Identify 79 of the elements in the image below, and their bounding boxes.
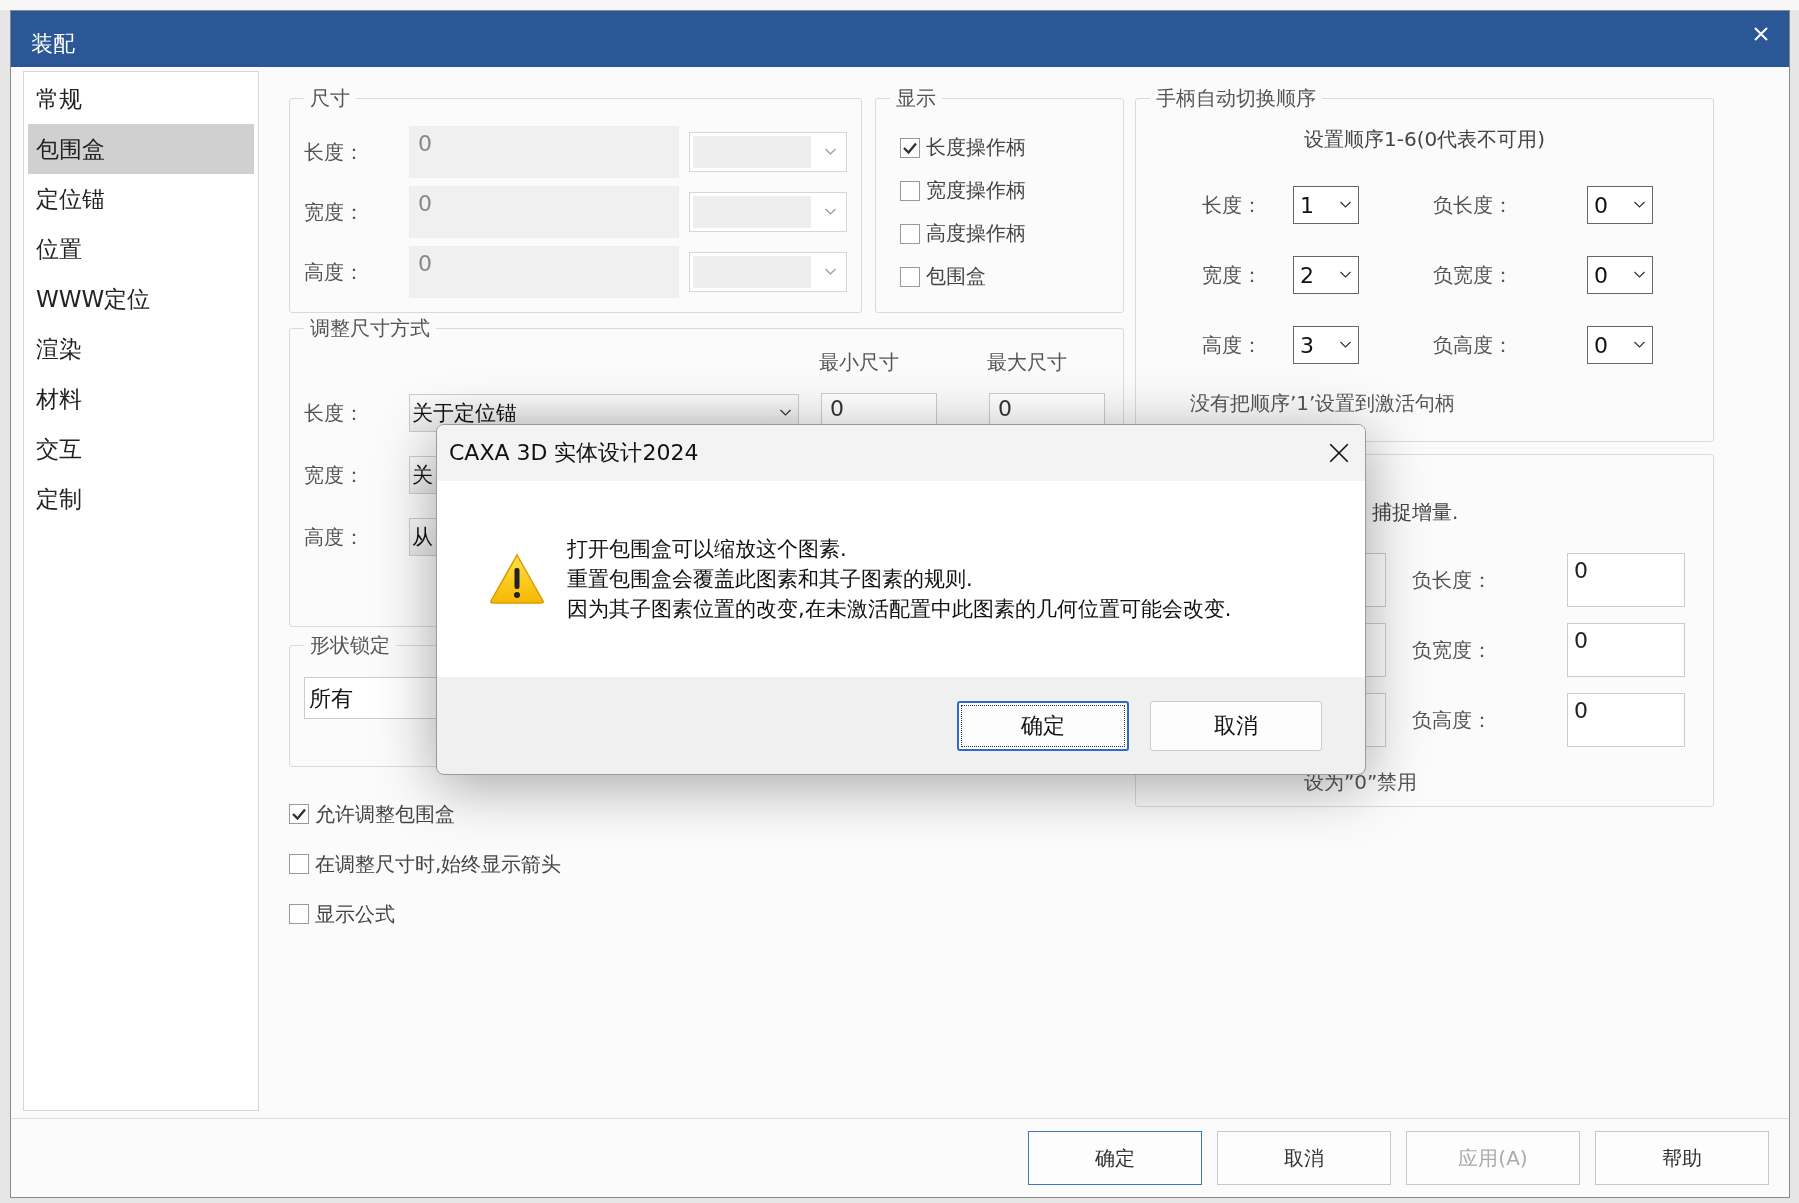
message-text: 因为其子图素位置的改变,在未激活配置中此图素的几何位置可能会改变. [567, 596, 1232, 623]
note-text: 没有把顺序’1’设置到激活句柄 [1189, 390, 1457, 417]
caption-text: 捕捉增量. [1371, 499, 1460, 526]
chevron-icon [1339, 341, 1352, 349]
sidebar-item[interactable]: 包围盒 [28, 124, 254, 174]
column-header: 最小尺寸 [819, 348, 900, 376]
dialog-button[interactable]: 取消 [1217, 1131, 1391, 1185]
sidebar-item[interactable]: 常规 [28, 74, 254, 124]
dropdown[interactable]: 2 [1293, 256, 1359, 294]
close-icon[interactable] [1329, 443, 1349, 463]
dialog-button[interactable]: 确定 [1028, 1131, 1202, 1185]
field-label: 负长度： [1433, 191, 1514, 219]
dialog-button[interactable]: 帮助 [1595, 1131, 1769, 1185]
checkbox[interactable] [900, 223, 920, 244]
field-label: 负高度： [1433, 331, 1514, 359]
checkbox-label: 显示公式 [315, 900, 395, 928]
sidebar-item[interactable]: 位置 [28, 224, 254, 274]
field-label: 负宽度： [1412, 636, 1493, 664]
field-label: 宽度： [1202, 261, 1263, 289]
field-label: 宽度： [304, 198, 365, 226]
field-label: 高度： [304, 523, 365, 551]
message-text: 打开包围盒可以缩放这个图素. [567, 536, 848, 563]
dialog-button[interactable]: 确定 [957, 700, 1129, 751]
field-label: 长度： [304, 138, 365, 166]
chevron-icon [824, 148, 837, 156]
checkbox[interactable] [900, 266, 920, 287]
chevron-icon [1633, 271, 1646, 279]
checkbox-label: 在调整尺寸时,始终显示箭头 [315, 850, 562, 878]
sidebar-item[interactable]: WWW定位 [28, 274, 254, 324]
sidebar-item[interactable]: 材料 [28, 374, 254, 424]
dropdown[interactable]: 0 [1587, 186, 1653, 224]
chevron-icon [1339, 271, 1352, 279]
group-title: 显示 [895, 85, 937, 112]
checkbox-label: 长度操作柄 [926, 134, 1026, 161]
field-label: 负高度： [1412, 706, 1493, 734]
warning-icon [489, 553, 545, 605]
chevron-icon [1633, 341, 1646, 349]
checkbox[interactable] [900, 137, 920, 158]
checkbox[interactable] [900, 180, 920, 201]
group-title: 手柄自动切换顺序 [1155, 85, 1317, 112]
field-label: 宽度： [304, 461, 365, 489]
field-label: 负长度： [1412, 566, 1493, 594]
input-field[interactable]: 0 [1567, 623, 1685, 677]
dropdown[interactable]: 0 [1587, 326, 1653, 364]
sidebar-item[interactable]: 定位锚 [28, 174, 254, 224]
checkbox-label: 允许调整包围盒 [315, 800, 455, 828]
checkbox[interactable] [289, 854, 309, 874]
chevron-icon [1633, 201, 1646, 209]
column-header: 最大尺寸 [987, 348, 1067, 376]
dialog-button[interactable]: 取消 [1150, 700, 1322, 751]
sidebar-item[interactable]: 渲染 [28, 324, 254, 374]
window-title: 装配 [31, 30, 75, 58]
chevron-icon [1339, 201, 1352, 209]
field-label: 高度： [1202, 331, 1263, 359]
field-label: 长度： [1202, 191, 1263, 219]
input-field[interactable]: 0 [1567, 553, 1685, 607]
dropdown[interactable]: 0 [1587, 256, 1653, 294]
group-title: 形状锁定 [309, 632, 391, 659]
field-label: 长度： [304, 399, 365, 427]
checkbox-label: 包围盒 [926, 263, 986, 290]
sidebar-item[interactable]: 交互 [28, 424, 254, 474]
message-box-title: CAXA 3D 实体设计2024 [449, 439, 699, 467]
field-label: 高度： [304, 258, 365, 286]
dropdown[interactable]: 3 [1293, 326, 1359, 364]
input-field[interactable]: 0 [1567, 693, 1685, 747]
field-label: 负宽度： [1433, 261, 1514, 289]
chevron-icon [824, 268, 837, 276]
group-title: 尺寸 [309, 85, 351, 112]
chevron-icon [824, 208, 837, 216]
checkbox[interactable] [289, 804, 309, 824]
checkbox-label: 宽度操作柄 [926, 177, 1026, 204]
message-text: 重置包围盒会覆盖此图素和其子图素的规则. [567, 566, 974, 593]
checkbox-label: 高度操作柄 [926, 220, 1026, 247]
chevron-icon [779, 409, 792, 417]
dropdown[interactable]: 1 [1293, 186, 1359, 224]
group-title: 调整尺寸方式 [309, 315, 431, 342]
sidebar-item[interactable]: 定制 [28, 474, 254, 524]
hint-text: 设置顺序1-6(0代表不可用) [1303, 126, 1546, 153]
checkbox[interactable] [289, 904, 309, 924]
